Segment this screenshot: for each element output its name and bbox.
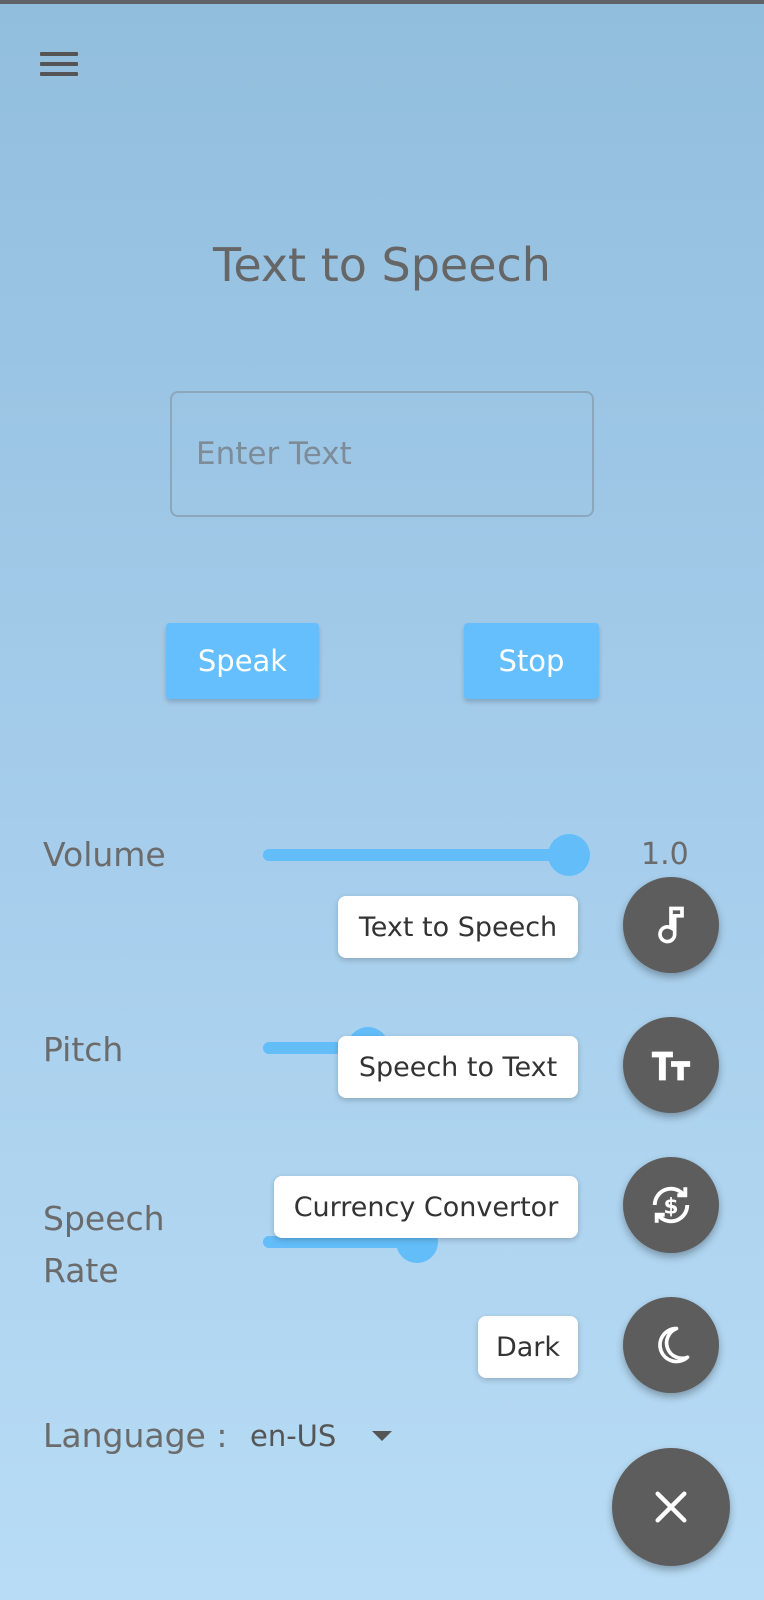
dropdown-arrow-icon <box>372 1431 393 1441</box>
volume-label: Volume <box>43 835 166 874</box>
volume-slider-thumb[interactable] <box>548 834 590 876</box>
music-note-icon <box>658 906 684 944</box>
svg-text:$: $ <box>663 1195 678 1220</box>
speech-rate-label-line2: Rate <box>43 1251 119 1290</box>
volume-value: 1.0 <box>641 837 689 872</box>
speed-dial-text-to-speech-label[interactable]: Text to Speech <box>338 896 578 958</box>
page-title: Text to Speech <box>213 238 551 292</box>
dark-mode-fab[interactable] <box>623 1297 719 1393</box>
text-input[interactable] <box>170 391 594 517</box>
speed-dial-currency-convertor-label[interactable]: Currency Convertor <box>274 1176 578 1238</box>
close-icon <box>655 1491 687 1523</box>
language-value: en-US <box>250 1419 337 1453</box>
text-size-icon <box>651 1051 691 1081</box>
pitch-label: Pitch <box>43 1030 124 1069</box>
speech-rate-label-line1: Speech <box>43 1199 165 1238</box>
volume-slider-track[interactable] <box>263 849 569 861</box>
speed-dial-speech-to-text-label[interactable]: Speech to Text <box>338 1036 578 1098</box>
currency-convertor-fab[interactable]: $ <box>623 1157 719 1253</box>
menu-icon[interactable] <box>30 46 88 82</box>
stop-button[interactable]: Stop <box>464 623 599 699</box>
currency-exchange-icon: $ <box>652 1186 690 1224</box>
window-top-edge <box>0 0 764 4</box>
speed-dial-close-fab[interactable] <box>612 1448 730 1566</box>
speech-to-text-fab[interactable] <box>623 1017 719 1113</box>
text-to-speech-fab[interactable] <box>623 877 719 973</box>
speed-dial-dark-label[interactable]: Dark <box>478 1316 578 1378</box>
speak-button[interactable]: Speak <box>166 623 319 699</box>
language-select[interactable]: en-US <box>250 1419 393 1453</box>
moon-icon <box>658 1326 690 1364</box>
language-label: Language : <box>43 1416 228 1455</box>
